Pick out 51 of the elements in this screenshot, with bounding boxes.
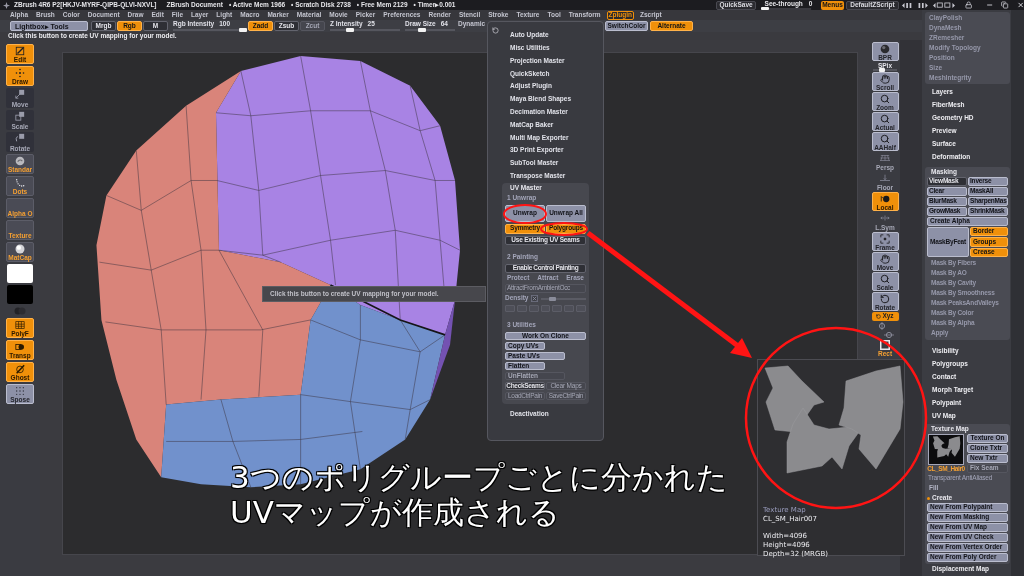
crosshair-icon: [15, 68, 25, 78]
sphere-icon: [880, 44, 890, 54]
hand-icon: [880, 254, 890, 264]
magnifier-icon: [880, 94, 890, 104]
rotate-icon: [15, 133, 25, 143]
magnifier-icon: [880, 134, 890, 144]
windows-arrows-icon[interactable]: [932, 1, 955, 9]
annotation-ring: [503, 204, 547, 224]
slider-thumb[interactable]: [417, 27, 426, 32]
restore-icon[interactable]: [1001, 1, 1009, 9]
sphere-icon: [15, 244, 25, 254]
color-swatch-icon[interactable]: [7, 285, 33, 304]
dot-icon: [927, 496, 930, 500]
close-icon[interactable]: [1016, 1, 1024, 9]
arrow-bars-icon[interactable]: [902, 1, 914, 9]
color-swatch-icon[interactable]: [7, 264, 33, 283]
rotate-icon: [876, 314, 882, 319]
square-outline-icon: [880, 340, 890, 350]
magnifier-icon: [880, 274, 890, 284]
dotted-square-icon: [15, 386, 25, 396]
magnifier-icon: [880, 114, 890, 124]
slider-thumb[interactable]: [239, 27, 247, 32]
refresh-icon[interactable]: [492, 27, 499, 34]
uv-island: [764, 365, 825, 433]
slider-thumb[interactable]: [345, 27, 354, 32]
hand-icon: [880, 74, 890, 84]
logo-icon: [3, 1, 10, 9]
perspective-grid-icon: [880, 153, 890, 163]
annotation-ring: [540, 222, 588, 236]
rotate-axis-icon[interactable]: [877, 322, 887, 330]
slider-thumb[interactable]: [879, 68, 886, 72]
scrollbar[interactable]: [1011, 10, 1024, 576]
minimize-icon[interactable]: [986, 1, 994, 9]
brush-sphere-icon: [15, 156, 25, 166]
scale-icon: [15, 111, 25, 121]
lock-icon[interactable]: [964, 1, 973, 9]
layered-shapes-icon: [15, 342, 25, 352]
slider-thumb[interactable]: [761, 7, 769, 10]
floor-icon: [880, 173, 890, 183]
move-icon: [15, 89, 25, 99]
rotate-icon: [880, 294, 890, 304]
symmetry-icon: [880, 213, 890, 223]
pivot-sphere-icon: [880, 194, 890, 204]
pencil-square-icon: [15, 46, 25, 56]
dotted-curve-icon: [15, 178, 25, 188]
texture-thumbnail-drawing[interactable]: [928, 434, 964, 465]
slashed-sphere-icon: [15, 364, 25, 374]
frame-corners-icon: [880, 234, 890, 244]
checkbox-icon[interactable]: [531, 295, 539, 303]
grid-icon: [15, 320, 25, 330]
rotate-axis-icon[interactable]: [884, 331, 894, 339]
